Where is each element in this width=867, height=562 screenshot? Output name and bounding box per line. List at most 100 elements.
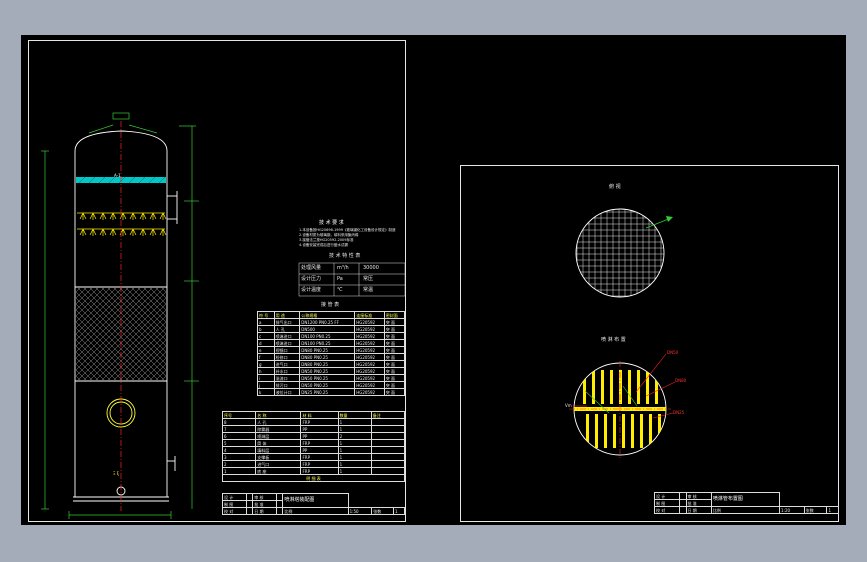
drawing-sheet-spray-layout[interactable]: 俯 视 喷 淋 布 置 DN50 DN80 DN25 Vm 设 计审 核喷淋管布…	[460, 165, 839, 522]
table-cell: 5	[221, 439, 257, 447]
table-cell: DN1200 PN0.25 FF	[299, 318, 356, 326]
table-row: 3 支撑板 FRP 1	[221, 453, 406, 461]
table-row: e 视镜口 DN80 PN0.25 HG20592 突 面	[257, 346, 406, 354]
table-cell: 突 面	[383, 360, 406, 368]
column-header: 密封面	[383, 311, 406, 319]
table-cell: 人 孔	[273, 325, 301, 333]
table-cell: DN50 PN0.25	[299, 367, 356, 375]
table-cell: HG20592	[354, 339, 385, 347]
table-row: 7 除雾器 PP 1	[221, 425, 406, 433]
table-row: j 排污口 DN50 PN0.25 HG20592 突 面	[257, 381, 406, 389]
spec-cell: 设计压力	[301, 276, 322, 282]
table-cell: 排气出口	[273, 318, 301, 326]
table-cell: 1	[337, 467, 372, 475]
table-cell: PP	[300, 446, 339, 454]
table-cell: f	[257, 353, 275, 361]
nozzle-table: 符 号用 途公称规格 连接标准 密封面 a 排气出口 DN1200 PN0.25 FF HG…	[257, 311, 406, 396]
table-cell: j	[257, 381, 275, 389]
table-cell: 突 面	[383, 332, 406, 340]
title-block-cell: 设 计	[653, 492, 681, 500]
table-row: d 喷淋进口 DN100 PN0.25 HG20592 突 面	[257, 339, 406, 347]
title-block-row: 设 计审 核喷淋管布置图	[653, 492, 839, 507]
table-cell: a	[257, 318, 275, 326]
table-cell	[370, 446, 406, 454]
column-header: 材 料	[300, 411, 339, 419]
table-cell: FRP	[300, 453, 339, 461]
table-row: 2 进气口 FRP 1	[221, 460, 406, 468]
note-line: 4.设备安装完成后进行盛水试漏	[299, 243, 348, 247]
table-cell: HG20592	[354, 388, 385, 396]
table-cell: 突 面	[383, 325, 406, 333]
table-cell: 进气口	[255, 460, 302, 468]
table-cell: DN50 PN0.25	[299, 381, 356, 389]
cad-drawing-canvas[interactable]: A-1 Ξ ξ 技 术 要 求 1.本设备按HG20696-1999《玻璃钢化工…	[21, 35, 846, 525]
table-cell: 喷淋层	[255, 432, 302, 440]
table-cell: HG20592	[354, 360, 385, 368]
title-block-row: 设 计审 核喷淋塔装配图	[221, 493, 405, 508]
table-cell: 1	[337, 453, 372, 461]
table-cell: k	[257, 388, 275, 396]
section-view-label: 喷 淋 布 置	[601, 337, 626, 343]
table-cell	[370, 460, 406, 468]
table-cell: 除雾器	[255, 425, 302, 433]
table-cell: PP	[300, 425, 339, 433]
table-cell: 6	[221, 432, 257, 440]
table-cell: HG20592	[354, 346, 385, 354]
table-cell: 2	[221, 460, 257, 468]
column-header: 名 称	[255, 411, 302, 419]
table-row: f 检修口 DN80 PN0.25 HG20592 突 面	[257, 353, 406, 361]
table-cell: FRP	[300, 439, 339, 447]
drawing-sheet-tower-assembly[interactable]: A-1 Ξ ξ 技 术 要 求 1.本设备按HG20696-1999《玻璃钢化工…	[28, 40, 406, 522]
title-block-left: 设 计审 核喷淋塔装配图制 图批 准校 对日 期比例 1:50 张数 1	[221, 493, 405, 515]
spec-cell: m³/h	[337, 265, 349, 271]
top-view-label: 俯 视	[609, 184, 621, 190]
table-cell: DN80 PN0.25	[299, 360, 356, 368]
demister-label: A-1	[114, 173, 121, 178]
callout-label: DN50	[667, 350, 679, 355]
table-cell: d	[257, 339, 275, 347]
title-block-row: 校 对日 期比例 1:50 张数 1	[221, 507, 405, 515]
table-cell: 突 面	[383, 374, 406, 382]
table-cell: HG20592	[354, 381, 385, 389]
title-block-row: 校 对日 期比例 1:20 张数 1	[653, 506, 839, 514]
scale-cell: 张数	[371, 507, 395, 515]
callout-label: DN25	[673, 410, 685, 415]
table-cell: HG20592	[354, 318, 385, 326]
spray-header-layers	[77, 212, 167, 236]
scale-cell: 1:20	[779, 506, 805, 514]
table-cell: 支撑板	[255, 453, 302, 461]
table-cell: 4	[221, 446, 257, 454]
table-row: b人 孔 DN500 HG20592 突 面	[257, 325, 406, 333]
column-header: 序号	[221, 411, 257, 419]
table-cell: b	[257, 325, 275, 333]
table-cell: HG20592	[354, 367, 385, 375]
table-cell: 1	[221, 467, 257, 475]
table-cell: 排污口	[273, 381, 301, 389]
table-footer-row: 明 细 表	[222, 474, 405, 482]
table-cell: HG20592	[354, 332, 385, 340]
scale-cell: 比例	[710, 506, 781, 514]
scale-cell: 张数	[803, 506, 828, 514]
table-cell: DN80 PN0.25	[299, 346, 356, 354]
table-cell	[370, 432, 406, 440]
table-row: g 进气口 DN80 PN0.25 HG20592 突 面	[257, 360, 406, 368]
table-cell: 突 面	[383, 353, 406, 361]
table-cell: 底 座	[255, 467, 302, 475]
table-cell: HG20592	[354, 353, 385, 361]
table-cell: 填料层	[255, 446, 302, 454]
table-cell: DN500	[299, 325, 356, 333]
table-cell: DN100 PN0.25	[299, 332, 356, 340]
title-block-cell: 设 计	[221, 493, 248, 501]
spec-cell: 处理风量	[301, 265, 322, 271]
table-cell: 突 面	[383, 318, 406, 326]
bill-of-materials-table: 序号名 称材 料数量 备注 8 人 孔 FRP 1 7 除雾器 PP 1 6 喷淋层 PP 2 5 筒 体 FR…	[221, 411, 406, 482]
table-header-row: 序号名 称材 料数量 备注	[221, 411, 406, 419]
spec-cell: ℃	[337, 287, 343, 293]
table-row: a 排气出口 DN1200 PN0.25 FF HG20592 突 面	[257, 318, 406, 326]
table-cell: DN100 PN0.25	[299, 339, 356, 347]
table-cell: DN80 PN0.25	[299, 353, 356, 361]
column-header: 用 途	[273, 311, 301, 319]
table-row: i 溢流口 DN50 PN0.25 HG20592 突 面	[257, 374, 406, 382]
table-cell: e	[257, 346, 275, 354]
spray-layout-drawing	[569, 208, 676, 458]
